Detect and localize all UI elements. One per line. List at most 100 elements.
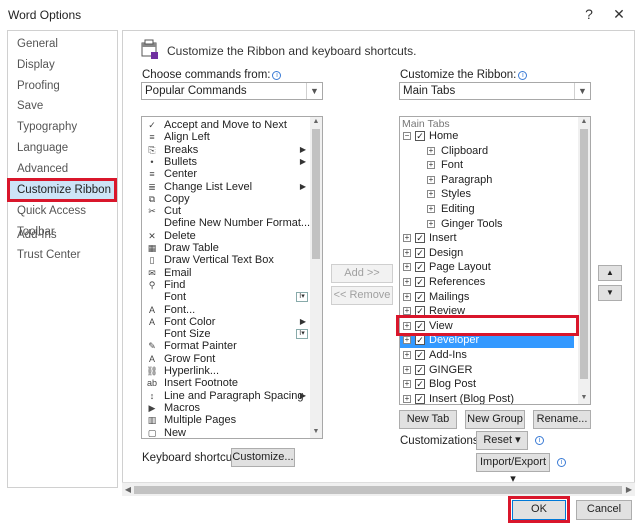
nav-item-typography[interactable]: Typography [8,117,117,138]
nav-item-advanced[interactable]: Advanced [8,159,117,180]
command-item[interactable]: Font I▾ [142,291,312,303]
expand-icon[interactable]: + [403,365,411,374]
expand-icon[interactable]: + [403,351,411,359]
command-item[interactable]: A Font... [142,304,312,316]
command-item[interactable]: A Grow Font [142,353,312,365]
expand-icon[interactable]: + [403,394,411,403]
command-item[interactable]: ⎘ Breaks ▶ [142,144,312,156]
scroll-up-icon[interactable]: ▲ [578,117,590,127]
expand-icon[interactable]: + [403,292,411,301]
command-item[interactable]: ✕ Delete [142,230,312,242]
expand-icon[interactable]: + [403,234,411,243]
scroll-right-icon[interactable]: ▶ [623,483,635,497]
expand-icon[interactable]: + [427,161,435,170]
reset-button[interactable]: Reset ▾ [476,431,528,450]
nav-item-language[interactable]: Language [8,138,117,159]
rename-button[interactable]: Rename... [533,410,591,429]
nav-item-add-ins[interactable]: Add-Ins [8,225,117,246]
command-item[interactable]: ≡ Align Left [142,131,312,143]
ribbon-tab-styles[interactable]: + Styles [400,187,574,202]
command-item[interactable]: ✓ Accept and Move to Next [142,119,312,131]
ribbon-tab-ginger[interactable]: + ✓ GINGER [400,363,574,378]
scroll-left-icon[interactable]: ◀ [122,483,134,497]
new-tab-button[interactable]: New Tab [399,410,457,429]
tab-checkbox[interactable]: ✓ [415,247,425,258]
close-icon[interactable]: ✕ [608,4,630,24]
command-item[interactable]: Font Size I▾ [142,328,312,340]
expand-icon[interactable]: + [427,175,435,184]
expand-icon[interactable]: + [427,219,435,228]
choose-commands-combo[interactable]: Popular Commands ▼ [141,82,323,100]
expand-icon[interactable]: + [427,205,435,213]
nav-item-display[interactable]: Display [8,55,117,76]
tabs-scrollbar[interactable]: ▲ ▼ [578,117,590,404]
nav-item-save[interactable]: Save [8,96,117,117]
expand-icon[interactable]: + [403,336,411,345]
nav-item-trust-center[interactable]: Trust Center [8,245,117,266]
tab-checkbox[interactable]: ✓ [415,393,425,404]
customize-ribbon-combo[interactable]: Main Tabs ▼ [399,82,591,100]
new-group-button[interactable]: New Group [465,410,525,429]
command-item[interactable]: ▥ Multiple Pages [142,414,312,426]
ribbon-tab-editing[interactable]: + Editing [400,202,574,217]
import-export-button[interactable]: Import/Export ▾ [476,453,550,485]
ribbon-tab-paragraph[interactable]: + Paragraph [400,173,574,188]
command-item[interactable]: ⚲ Find [142,279,312,291]
add-button[interactable]: Add >> [331,264,393,283]
command-item[interactable]: Define New Number Format... [142,217,312,229]
scroll-down-icon[interactable]: ▼ [578,393,590,403]
tab-checkbox[interactable]: ✓ [415,262,425,273]
ribbon-tab-add-ins[interactable]: + ✓ Add-Ins [400,348,574,363]
command-item[interactable]: • Bullets ▶ [142,156,312,168]
ribbon-tab-design[interactable]: + ✓ Design [400,246,574,261]
command-item[interactable]: ↕ Line and Paragraph Spacing ▶ [142,390,312,402]
chevron-down-icon[interactable]: ▼ [574,83,590,99]
tab-checkbox[interactable]: ✓ [415,233,425,244]
command-item[interactable]: ≣ Change List Level ▶ [142,181,312,193]
ribbon-tab-mailings[interactable]: + ✓ Mailings [400,290,574,305]
ribbon-tab-references[interactable]: + ✓ References [400,275,574,290]
ribbon-tab-ginger-tools[interactable]: + Ginger Tools [400,217,574,232]
nav-item-quick-access-toolbar[interactable]: Quick Access Toolbar [8,201,117,238]
chevron-down-icon[interactable]: ▼ [306,83,322,99]
ribbon-tabs-tree[interactable]: Main Tabs ▲ ▼ − ✓ Home + Clipboard + Font + Para… [399,116,591,405]
remove-button[interactable]: << Remove [331,286,393,305]
scroll-thumb[interactable] [580,129,588,379]
tab-checkbox[interactable]: ✓ [415,364,425,375]
ribbon-tab-home[interactable]: − ✓ Home [400,129,574,144]
ribbon-tab-clipboard[interactable]: + Clipboard [400,144,574,159]
cancel-button[interactable]: Cancel [576,500,632,520]
nav-item-general[interactable]: General [8,34,117,55]
tab-checkbox[interactable]: ✓ [415,291,425,302]
command-item[interactable]: ⛓ Hyperlink... [142,365,312,377]
command-item[interactable]: ⧉ Copy [142,193,312,205]
ribbon-tab-insert[interactable]: + ✓ Insert [400,231,574,246]
content-hscrollbar[interactable]: ◀ ▶ [122,482,635,496]
move-down-button[interactable]: ▼ [598,285,622,301]
expand-icon[interactable]: + [403,278,411,286]
ribbon-tab-blog-post[interactable]: + ✓ Blog Post [400,377,574,392]
collapse-icon[interactable]: − [403,132,411,140]
command-item[interactable]: ≡ Center [142,168,312,180]
tab-checkbox[interactable]: ✓ [415,277,425,287]
expand-icon[interactable]: + [403,380,411,389]
scroll-thumb[interactable] [134,486,622,494]
customize-shortcuts-button[interactable]: Customize... [231,448,295,467]
command-item[interactable]: ▢ New [142,427,312,439]
tab-checkbox[interactable]: ✓ [415,131,425,141]
help-icon[interactable]: ? [578,4,600,24]
move-up-button[interactable]: ▲ [598,265,622,281]
command-item[interactable]: ✂ Cut [142,205,312,217]
command-item[interactable]: ab Insert Footnote [142,377,312,389]
commands-list[interactable]: ▲ ▼ ✓ Accept and Move to Next ≡ Align Left ⎘… [141,116,323,439]
expand-icon[interactable]: + [403,307,411,316]
command-item[interactable]: ▶ Macros [142,402,312,414]
ribbon-tab-insert-blog-post-[interactable]: + ✓ Insert (Blog Post) [400,392,574,404]
expand-icon[interactable]: + [427,190,435,199]
command-item[interactable]: ▦ Draw Table [142,242,312,254]
expand-icon[interactable]: + [427,146,435,155]
command-item[interactable]: A Font Color ▶ [142,316,312,328]
tab-checkbox[interactable]: ✓ [415,335,425,346]
nav-item-proofing[interactable]: Proofing [8,76,117,97]
expand-icon[interactable]: + [403,263,411,272]
